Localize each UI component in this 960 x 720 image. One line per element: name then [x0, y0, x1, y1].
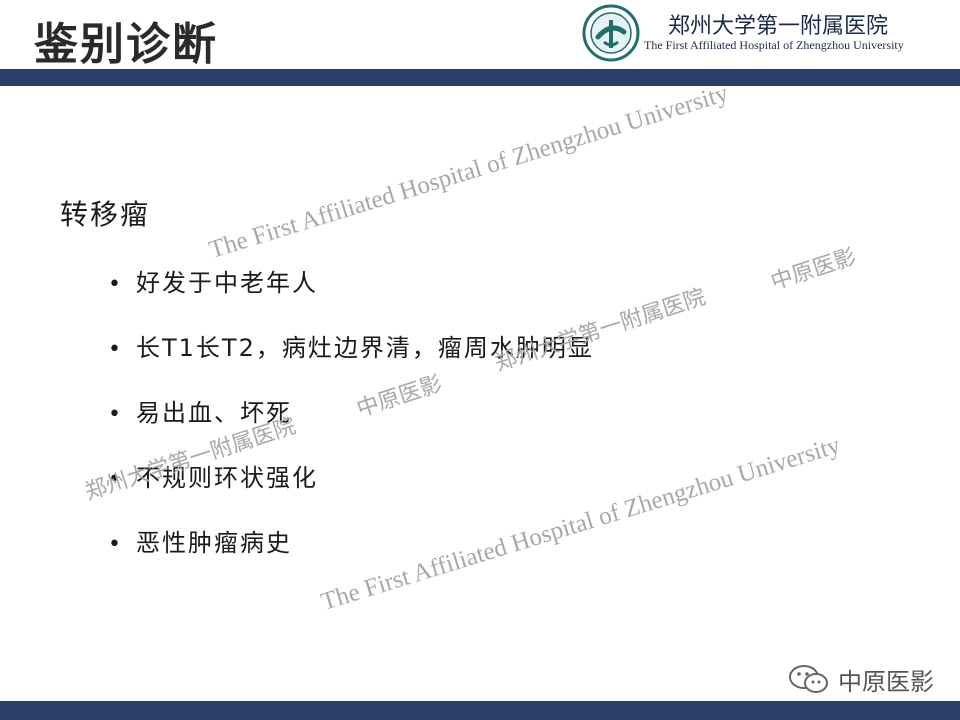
section-heading: 转移瘤: [60, 198, 151, 231]
brand-label: 中原医影: [838, 667, 934, 696]
wechat-icon: [789, 665, 828, 693]
header-bar: [0, 69, 960, 86]
footer-bar: [0, 701, 960, 720]
hospital-name-en: The First Affiliated Hospital of Zhengzh…: [644, 38, 904, 52]
watermark-english: The First Affiliated Hospital of Zhengzh…: [206, 79, 732, 264]
bullet-dot: •: [108, 402, 121, 427]
bullet-text: 好发于中老年人: [136, 269, 318, 297]
bullet-dot: •: [108, 272, 121, 297]
hospital-name-cn: 郑州大学第一附属医院: [668, 14, 889, 39]
bullet-dot: •: [108, 337, 121, 362]
bullet-item: • 好发于中老年人: [108, 264, 594, 329]
watermark-brand-cn: 中原医影: [767, 244, 860, 296]
brand-mark: 中原医影: [788, 662, 934, 696]
hospital-logo: [582, 4, 640, 62]
bullet-text: 恶性肿瘤病史: [136, 529, 292, 557]
bullet-dot: •: [108, 532, 121, 557]
slide-title: 鉴别诊断: [34, 19, 218, 70]
